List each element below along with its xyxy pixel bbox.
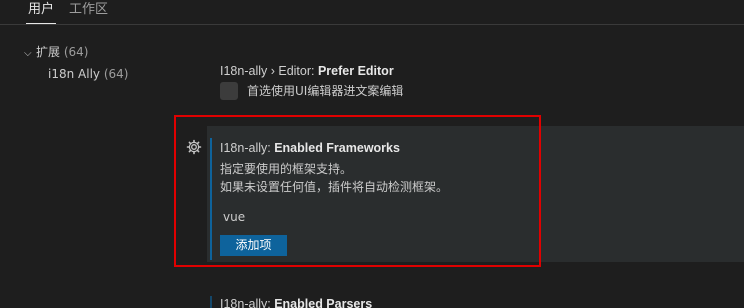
setting-enabled-frameworks: I18n-ally: Enabled Frameworks 指定要使用的框架支持… <box>220 140 740 256</box>
setting-title: I18n-ally › Editor: Prefer Editor <box>220 62 740 80</box>
setting-indicator <box>210 296 212 308</box>
tab-workspace[interactable]: 工作区 <box>67 0 110 23</box>
add-item-button[interactable]: 添加项 <box>220 235 287 256</box>
settings-editor: 用户 工作区 ⌵ 扩展 (64) i18n Ally (64) I18n-ally… <box>0 0 744 308</box>
setting-title: I18n-ally: Enabled Frameworks <box>220 140 740 156</box>
setting-title: I18n-ally: Enabled Parsers <box>220 296 740 308</box>
focus-indicator <box>210 138 212 260</box>
scope-tabs: 用户 工作区 <box>0 0 744 25</box>
setting-name: Enabled Parsers <box>274 297 373 308</box>
prefer-editor-checkbox[interactable] <box>220 82 238 100</box>
setting-prefer-editor: I18n-ally › Editor: Prefer Editor 首选使用UI… <box>220 62 740 100</box>
toc-item-label: 扩展 <box>36 45 61 59</box>
toc-item-label: i18n Ally <box>48 67 101 81</box>
setting-name: Prefer Editor <box>317 64 394 78</box>
checkbox-label: 首选使用UI编辑器进文案编辑 <box>247 84 404 98</box>
toc-item-extensions[interactable]: ⌵ 扩展 (64) <box>24 42 88 62</box>
setting-enabled-parsers: I18n-ally: Enabled Parsers <box>220 296 740 308</box>
gear-icon[interactable] <box>186 139 202 155</box>
setting-description: 如果未设置任何值，插件将自动检测框架。 <box>220 180 449 194</box>
setting-description: 指定要使用的框架支持。 <box>220 162 353 176</box>
chevron-down-icon: ⌵ <box>24 48 32 59</box>
toc-item-count: (64) <box>63 45 89 59</box>
setting-category: I18n-ally: <box>220 141 275 155</box>
setting-category: I18n-ally: <box>220 297 275 308</box>
setting-category: I18n-ally › Editor: <box>220 64 318 78</box>
tab-user[interactable]: 用户 <box>26 0 57 24</box>
toc-item-count: (64) <box>103 67 129 81</box>
setting-name: Enabled Frameworks <box>274 141 400 155</box>
list-item[interactable]: vue <box>223 209 245 225</box>
toc-item-i18n-ally[interactable]: i18n Ally (64) <box>48 64 128 84</box>
